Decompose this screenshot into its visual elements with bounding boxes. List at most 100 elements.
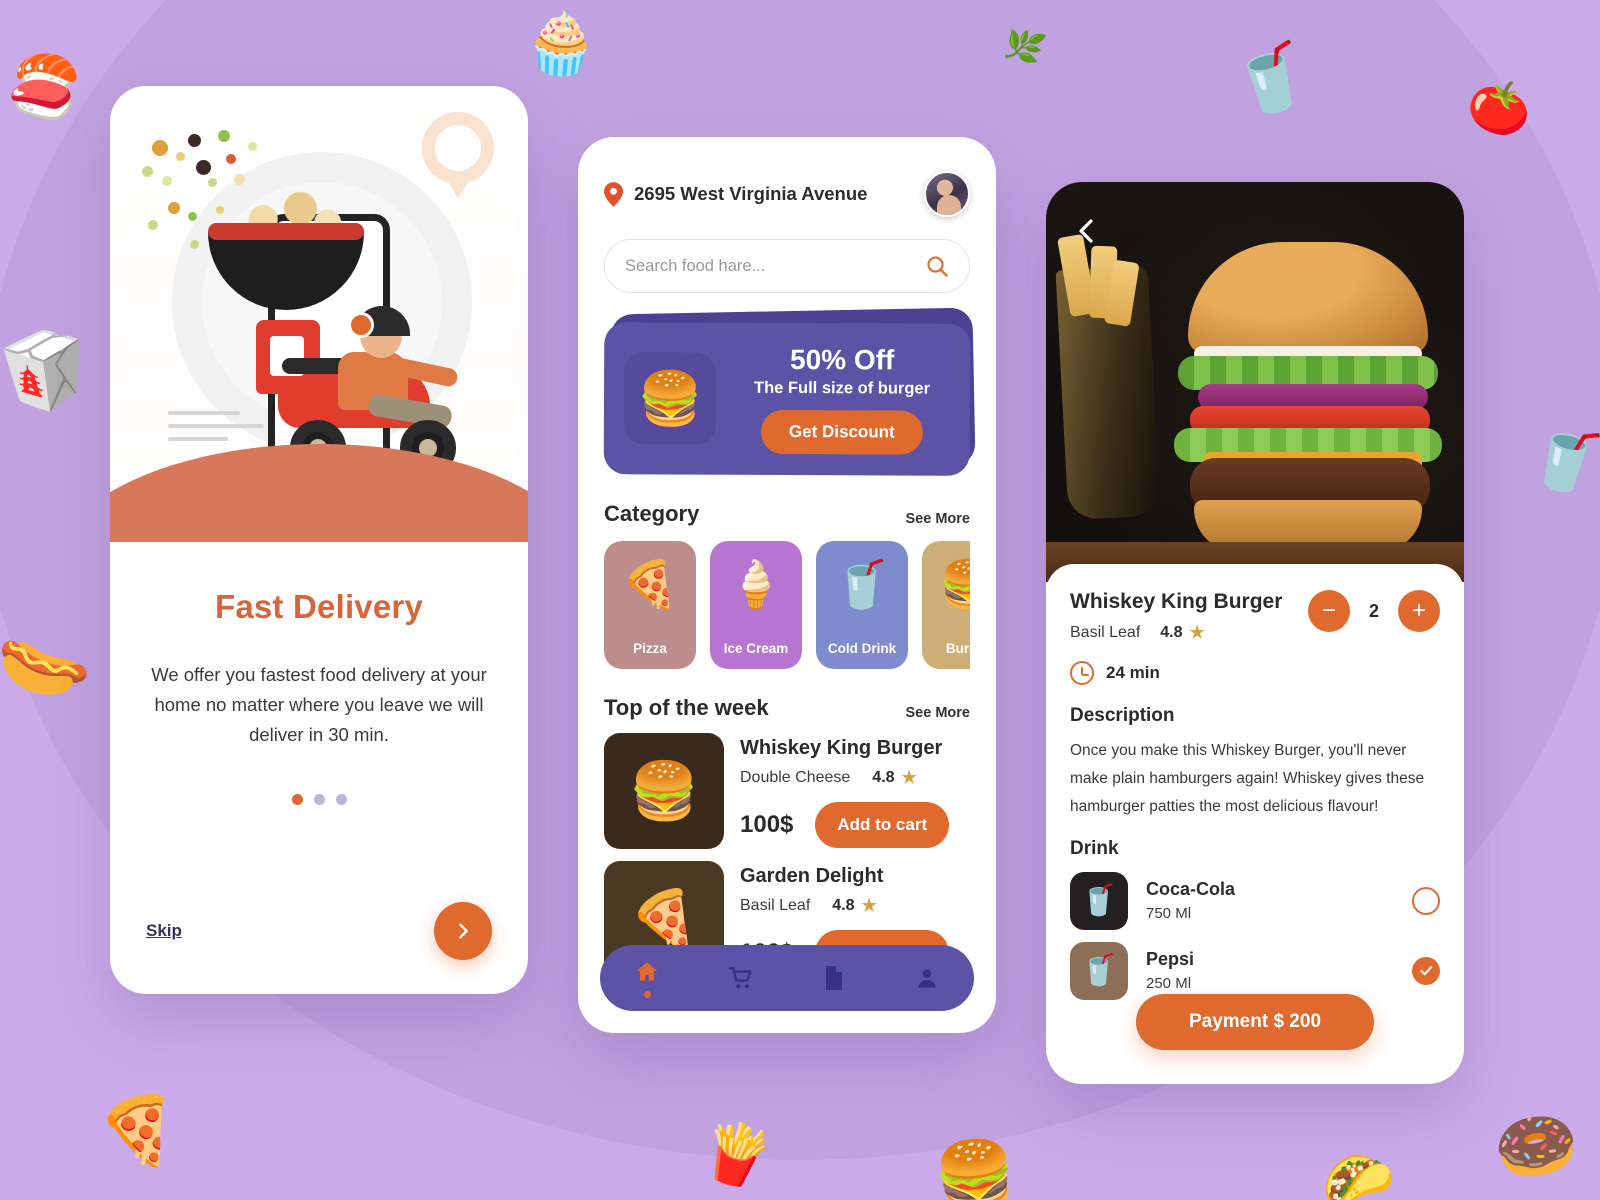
ingredient-particle: [142, 166, 153, 177]
cart-tab[interactable]: [728, 965, 754, 991]
category-card-ice-cream[interactable]: 🍦 Ice Cream: [710, 541, 802, 669]
rating-value: 4.8: [1160, 624, 1183, 641]
ingredient-particle: [190, 240, 199, 249]
drink-radio-button[interactable]: [1412, 886, 1440, 915]
ingredient-particle: [234, 174, 245, 185]
ingredient-particle: [196, 160, 211, 175]
profile-tab[interactable]: [914, 965, 940, 991]
category-label: Ice Cream: [723, 641, 789, 656]
get-discount-button[interactable]: Get Discount: [760, 409, 923, 455]
top-week-title: Top of the week: [604, 695, 769, 720]
ingredient-particle: [248, 142, 257, 151]
ingredient-particle: [188, 134, 201, 147]
home-tab[interactable]: [634, 959, 660, 998]
top-week-section-header: Top of the week See More: [604, 695, 970, 721]
pagination-dots[interactable]: [144, 793, 494, 805]
promo-banner[interactable]: 🍔 50% Off The Full size of burger Get Di…: [603, 307, 976, 476]
burger-photo-icon: [1164, 242, 1450, 552]
check-icon: [1419, 966, 1432, 976]
decrease-quantity-button[interactable]: −: [1308, 590, 1350, 632]
food-name: Garden Delight: [740, 865, 884, 887]
product-detail-sheet: Whiskey King Burger Basil Leaf 4.8 ★ − 2…: [1046, 564, 1464, 1084]
food-name: Whiskey King Burger: [740, 737, 943, 759]
ingredient-particle: [168, 202, 180, 214]
search-bar[interactable]: [604, 239, 970, 293]
active-tab-indicator: [643, 990, 651, 998]
drink-options-list[interactable]: 🥤 Coca-Cola 750 Ml 🥤 Pepsi 250 Ml: [1070, 871, 1440, 1000]
pagination-dot[interactable]: [335, 793, 347, 805]
drink-thumbnail: 🥤: [1070, 941, 1128, 1000]
ingredient-particle: [226, 154, 236, 164]
pagination-dot[interactable]: [291, 793, 303, 805]
person-icon: [918, 969, 936, 988]
food-thumbnail: 🍔: [604, 733, 724, 849]
drink-radio-button[interactable]: [1412, 956, 1440, 985]
home-screen: 2695 West Virginia Avenue 🍔 50% Off The …: [578, 137, 996, 1033]
onboarding-title: Fast Delivery: [214, 588, 424, 625]
ingredient-particle: [208, 178, 217, 187]
onboarding-screen: Fast Delivery We offer you fastest food …: [110, 86, 528, 994]
category-section-header: Category See More: [604, 501, 970, 527]
category-see-more[interactable]: See More: [906, 511, 970, 527]
category-list[interactable]: 🍕 Pizza 🍦 Ice Cream 🥤 Cold Drink 🍔 Burger: [604, 541, 970, 669]
search-icon[interactable]: [925, 254, 949, 278]
product-subtitle: Basil Leaf: [1070, 624, 1141, 641]
address-bar: 2695 West Virginia Avenue: [604, 171, 970, 217]
delivery-illustration: [110, 86, 528, 542]
food-rating: 4.8 ★: [872, 768, 917, 787]
food-subtitle: Double Cheese: [740, 769, 851, 786]
ingredient-particle: [162, 176, 172, 186]
pagination-dot[interactable]: [313, 793, 325, 805]
description-text: Once you make this Whiskey Burger, you'l…: [1070, 742, 1425, 816]
skip-link[interactable]: Skip: [146, 921, 182, 941]
ingredient-particle: [216, 206, 224, 214]
map-pin-icon: [604, 181, 623, 207]
clock-icon: [1070, 661, 1094, 685]
category-label: Pizza: [633, 641, 667, 656]
cart-icon: [728, 967, 752, 989]
food-list-item[interactable]: 🍔 Whiskey King Burger Double Cheese 4.8 ★ 100…: [604, 733, 970, 849]
bottom-tab-bar[interactable]: [600, 945, 974, 1011]
ingredient-particle: [152, 140, 168, 156]
category-label: Burger: [945, 641, 970, 656]
back-button[interactable]: [1068, 212, 1106, 250]
category-card-cold-drink[interactable]: 🥤 Cold Drink: [816, 541, 908, 669]
category-card-pizza[interactable]: 🍕 Pizza: [604, 541, 696, 669]
pizza-slice-sticker: 🍕: [90, 1083, 184, 1171]
orders-tab[interactable]: [822, 965, 846, 991]
address-text: 2695 West Virginia Avenue: [634, 183, 868, 204]
promo-headline: 50% Off: [789, 344, 895, 376]
drink-option-coca-cola[interactable]: 🥤 Coca-Cola 750 Ml: [1070, 871, 1440, 930]
delivery-address[interactable]: 2695 West Virginia Avenue: [604, 181, 868, 207]
ingredient-particle: [188, 212, 197, 221]
star-icon: ★: [901, 768, 917, 787]
food-price: 100$: [740, 811, 794, 838]
payment-button[interactable]: Payment $ 200: [1136, 994, 1374, 1050]
avatar[interactable]: [924, 171, 970, 217]
food-rating: 4.8 ★: [832, 896, 877, 915]
category-card-burger[interactable]: 🍔 Burger: [922, 541, 970, 669]
prep-time-row: 24 min: [1070, 661, 1440, 685]
drink-option-pepsi[interactable]: 🥤 Pepsi 250 Ml: [1070, 941, 1440, 1000]
drink-thumbnail: 🥤: [1070, 871, 1128, 930]
drink-volume: 250 Ml: [1146, 975, 1192, 993]
quantity-value: 2: [1368, 600, 1379, 621]
next-button[interactable]: [434, 902, 492, 960]
star-icon: ★: [861, 896, 877, 915]
increase-quantity-button[interactable]: +: [1398, 590, 1440, 632]
taco-sticker: 🌮: [1318, 1143, 1400, 1200]
add-to-cart-button[interactable]: Add to cart: [815, 802, 950, 848]
product-rating: 4.8 ★: [1160, 623, 1205, 643]
search-input[interactable]: [625, 256, 915, 276]
drink-volume: 750 Ml: [1146, 905, 1192, 923]
description-title: Description: [1070, 705, 1175, 726]
map-pin-ghost-icon: [422, 112, 494, 200]
drink-title: Drink: [1070, 837, 1119, 859]
drink-name: Coca-Cola: [1146, 879, 1236, 900]
onboarding-description: We offer you fastest food delivery at yo…: [151, 664, 487, 745]
ingredient-particle: [148, 220, 158, 230]
category-icon: 🍦: [727, 558, 785, 610]
category-icon: 🥤: [833, 558, 891, 610]
top-week-see-more[interactable]: See More: [906, 705, 970, 721]
quantity-stepper[interactable]: − 2 +: [1308, 590, 1440, 632]
